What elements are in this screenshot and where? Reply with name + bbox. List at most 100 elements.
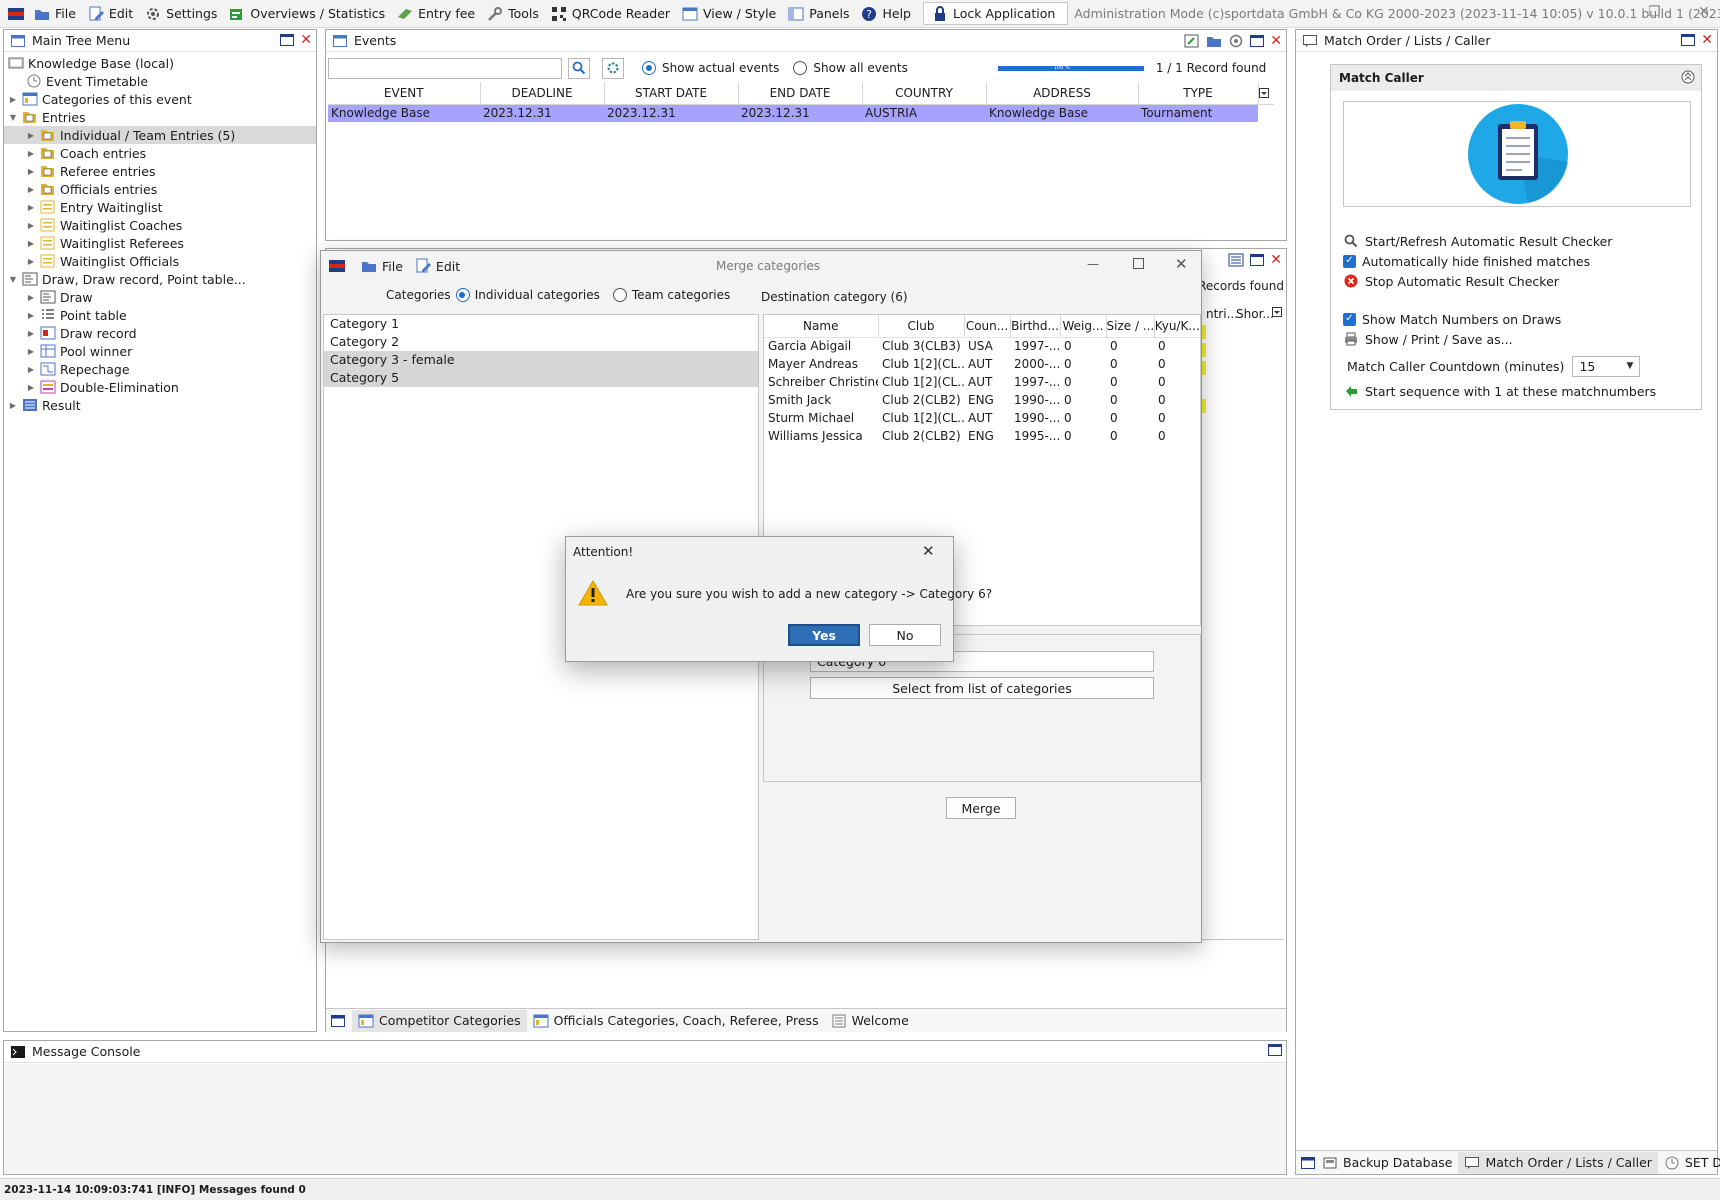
countdown-select[interactable]: 15 ▼ bbox=[1572, 355, 1641, 377]
individual-categories-radio[interactable] bbox=[455, 288, 470, 302]
show-match-numbers-item[interactable]: ✓ Show Match Numbers on Draws bbox=[1343, 309, 1693, 329]
table-row[interactable]: Williams Jessica Club 2(CLB2) ENG 1995-... 0… bbox=[764, 427, 1200, 445]
close-window-icon[interactable]: ✕ bbox=[1698, 4, 1710, 20]
close-panel-icon[interactable]: ✕ bbox=[1270, 34, 1282, 48]
expand-arrow-icon[interactable]: ▶ bbox=[8, 95, 18, 104]
tree-item-point-table[interactable]: ▶ Point table bbox=[4, 306, 316, 324]
maximize-panel-icon[interactable] bbox=[1268, 1044, 1282, 1056]
menu-view-style[interactable]: View / Style bbox=[678, 2, 784, 26]
close-panel-icon[interactable]: ✕ bbox=[300, 33, 312, 47]
col-deadline[interactable]: DEADLINE bbox=[480, 82, 605, 105]
menu-edit[interactable]: Edit bbox=[84, 2, 141, 26]
no-button[interactable]: No bbox=[869, 624, 941, 646]
col-name[interactable]: Name bbox=[764, 315, 879, 338]
select-from-list-button[interactable]: Select from list of categories bbox=[810, 677, 1154, 699]
tree-item-waitinglist-coaches[interactable]: ▶ Waitinglist Coaches bbox=[4, 216, 316, 234]
list-item[interactable]: Category 3 - female bbox=[324, 351, 758, 369]
expand-arrow-icon[interactable]: ▶ bbox=[26, 203, 36, 212]
merge-button[interactable]: Merge bbox=[946, 797, 1016, 819]
team-categories-radio[interactable] bbox=[612, 288, 627, 302]
menu-file[interactable]: File bbox=[30, 2, 84, 26]
tab-set-dtm[interactable]: SET DTM bbox=[1658, 1152, 1720, 1174]
filter-settings-icon[interactable] bbox=[602, 57, 624, 79]
start-refresh-checker-item[interactable]: Start/Refresh Automatic Result Checker bbox=[1343, 231, 1693, 251]
tab-competitor-categories[interactable]: Competitor Categories bbox=[352, 1009, 527, 1032]
auto-hide-finished-item[interactable]: ✓ Automatically hide finished matches bbox=[1343, 251, 1693, 271]
tree-item-pool-winner[interactable]: ▶ Pool winner bbox=[4, 342, 316, 360]
menu-settings[interactable]: Settings bbox=[141, 2, 225, 26]
export-icon[interactable] bbox=[1184, 33, 1200, 49]
expand-arrow-icon[interactable]: ▶ bbox=[26, 221, 36, 230]
minimize-icon[interactable]: — bbox=[1087, 257, 1099, 271]
menu-entry-fee[interactable]: Entry fee bbox=[393, 2, 483, 26]
expand-arrow-icon[interactable]: ▶ bbox=[26, 365, 36, 374]
list-item[interactable]: Category 5 bbox=[324, 369, 758, 387]
show-print-save-item[interactable]: Show / Print / Save as... bbox=[1343, 329, 1693, 349]
folder-icon[interactable] bbox=[1206, 33, 1222, 49]
events-search-input[interactable] bbox=[328, 57, 562, 79]
tab-officials-categories[interactable]: Officials Categories, Coach, Referee, Pr… bbox=[527, 1010, 825, 1032]
col-event[interactable]: EVENT bbox=[328, 82, 481, 105]
col-address[interactable]: ADDRESS bbox=[986, 82, 1139, 105]
list-view-icon[interactable] bbox=[1228, 252, 1244, 268]
col-weight[interactable]: Weig... bbox=[1060, 315, 1107, 338]
list-item[interactable]: Category 1 bbox=[324, 315, 758, 333]
tree-item-double-elimination[interactable]: ▶ Double-Elimination bbox=[4, 378, 316, 396]
close-icon[interactable]: ✕ bbox=[1175, 255, 1188, 273]
expand-arrow-icon[interactable]: ▶ bbox=[26, 383, 36, 392]
column-chooser-icon[interactable] bbox=[1272, 307, 1282, 317]
tree-item-officials-entries[interactable]: ▶ Officials entries bbox=[4, 180, 316, 198]
match-caller-header[interactable]: Match Caller bbox=[1331, 65, 1701, 91]
merge-menu-file[interactable]: File bbox=[357, 254, 411, 278]
col-start-date[interactable]: START DATE bbox=[604, 82, 739, 105]
menu-panels[interactable]: Panels bbox=[784, 2, 857, 26]
col-club[interactable]: Club bbox=[878, 315, 965, 338]
column-chooser-icon[interactable] bbox=[1258, 82, 1274, 105]
tree-item-knowledge-base[interactable]: Knowledge Base (local) bbox=[4, 54, 316, 72]
menu-help[interactable]: ? Help bbox=[857, 2, 919, 26]
tree-item-draw-section[interactable]: ▼ Draw, Draw record, Point table... bbox=[4, 270, 316, 288]
close-panel-icon[interactable]: ✕ bbox=[1701, 33, 1713, 47]
col-end-date[interactable]: END DATE bbox=[738, 82, 863, 105]
tree-item-individual-team-entries[interactable]: ▶ Individual / Team Entries (5) bbox=[4, 126, 316, 144]
collapse-section-icon[interactable] bbox=[1681, 70, 1695, 84]
window-icon[interactable] bbox=[1300, 1155, 1316, 1171]
lock-application-button[interactable]: Lock Application bbox=[922, 2, 1069, 25]
expand-arrow-icon[interactable]: ▶ bbox=[26, 185, 36, 194]
expand-arrow-icon[interactable]: ▶ bbox=[26, 149, 36, 158]
expand-arrow-icon[interactable]: ▶ bbox=[26, 311, 36, 320]
col-type[interactable]: TYPE bbox=[1138, 82, 1259, 105]
col-country[interactable]: COUNTRY bbox=[862, 82, 987, 105]
tree-item-repechage[interactable]: ▶ Repechage bbox=[4, 360, 316, 378]
merge-menu-edit[interactable]: Edit bbox=[411, 254, 468, 278]
tree-item-entries[interactable]: ▼ Entries bbox=[4, 108, 316, 126]
menu-qrcode-reader[interactable]: QRCode Reader bbox=[547, 2, 678, 26]
tree-item-waitinglist-referees[interactable]: ▶ Waitinglist Referees bbox=[4, 234, 316, 252]
col-country[interactable]: Coun... bbox=[964, 315, 1011, 338]
tree-item-draw[interactable]: ▶ Draw bbox=[4, 288, 316, 306]
expand-arrow-icon[interactable]: ▶ bbox=[26, 257, 36, 266]
table-row[interactable]: Smith Jack Club 2(CLB2) ENG 1990-... 0 0 0 bbox=[764, 391, 1200, 409]
restore-window-icon[interactable]: ❐ bbox=[1648, 4, 1661, 20]
tree-item-draw-record[interactable]: ▶ Draw record bbox=[4, 324, 316, 342]
maximize-icon[interactable] bbox=[1133, 258, 1144, 269]
auto-hide-checkbox[interactable]: ✓ bbox=[1343, 254, 1356, 268]
maximize-panel-icon[interactable] bbox=[1250, 254, 1265, 266]
yes-button[interactable]: Yes bbox=[788, 624, 860, 646]
tab-welcome[interactable]: Welcome bbox=[825, 1010, 915, 1032]
show-all-events-radio[interactable] bbox=[793, 61, 808, 75]
stop-checker-item[interactable]: Stop Automatic Result Checker bbox=[1343, 271, 1693, 291]
tree-item-categories[interactable]: ▶ Categories of this event bbox=[4, 90, 316, 108]
maximize-panel-icon[interactable] bbox=[1681, 34, 1696, 46]
tab-match-order[interactable]: Match Order / Lists / Caller bbox=[1458, 1151, 1658, 1174]
col-birthdate[interactable]: Birthd... bbox=[1010, 315, 1061, 338]
maximize-panel-icon[interactable] bbox=[1250, 35, 1265, 47]
expand-arrow-icon[interactable]: ▶ bbox=[26, 347, 36, 356]
menu-overviews[interactable]: Overviews / Statistics bbox=[225, 2, 393, 26]
menu-tools[interactable]: Tools bbox=[483, 2, 547, 26]
close-icon[interactable]: ✕ bbox=[922, 542, 935, 560]
tree-item-referee-entries[interactable]: ▶ Referee entries bbox=[4, 162, 316, 180]
expand-arrow-icon[interactable]: ▶ bbox=[8, 401, 18, 410]
expand-arrow-icon[interactable]: ▶ bbox=[26, 167, 36, 176]
search-icon[interactable] bbox=[568, 57, 590, 79]
